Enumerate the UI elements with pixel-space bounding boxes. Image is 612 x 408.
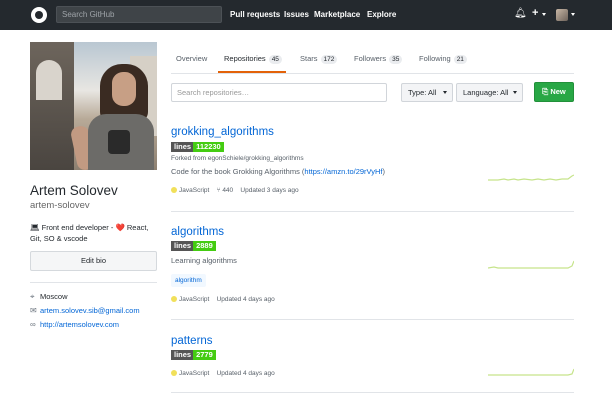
- fork-icon: ⑂: [216, 187, 221, 194]
- new-repo-button[interactable]: ⎘ New: [534, 82, 574, 102]
- tab-stars[interactable]: Stars 172: [300, 54, 338, 64]
- repo-meta: JavaScript Updated 4 days ago: [171, 296, 275, 303]
- repo-name-link[interactable]: grokking_algorithms: [171, 126, 274, 138]
- nav-pull-requests[interactable]: Pull requests: [230, 10, 280, 19]
- email-link[interactable]: artem.solovev.sib@gmail.com: [40, 306, 140, 315]
- divider: [30, 282, 157, 283]
- repo-name-link[interactable]: patterns: [171, 335, 213, 347]
- repo-meta: JavaScript Updated 4 days ago: [171, 370, 275, 377]
- nav-issues[interactable]: Issues: [284, 10, 309, 19]
- activity-sparkline: [488, 174, 574, 181]
- repo-name-link[interactable]: algorithms: [171, 226, 224, 238]
- link-icon: ∞: [30, 320, 36, 329]
- avatar[interactable]: [556, 9, 568, 21]
- repo-meta: JavaScript ⑂ 440 Updated 3 days ago: [171, 187, 299, 194]
- github-logo-icon[interactable]: [31, 7, 47, 23]
- language-color-dot: [171, 370, 177, 376]
- website-link[interactable]: http://artemsolovev.com: [40, 320, 119, 329]
- profile-email: ✉ artem.solovev.sib@gmail.com: [30, 306, 140, 315]
- tab-repositories[interactable]: Repositories 45: [224, 54, 282, 64]
- forks-count[interactable]: 440: [222, 187, 233, 194]
- profile-website: ∞ http://artemsolovev.com: [30, 320, 119, 329]
- repo-description: Learning algorithms: [171, 256, 237, 265]
- activity-sparkline: [488, 368, 574, 376]
- description-link[interactable]: https://amzn.to/29rVyHf: [304, 167, 382, 176]
- lines-badge: lines 112230: [171, 142, 224, 152]
- chevron-down-icon: [513, 91, 517, 94]
- profile-name: Artem Solovev: [30, 183, 118, 198]
- repo-description: Code for the book Grokking Algorithms (h…: [171, 167, 386, 176]
- tab-followers[interactable]: Followers 35: [354, 54, 403, 64]
- language-color-dot: [171, 187, 177, 193]
- type-filter-dropdown[interactable]: Type: All: [401, 83, 453, 102]
- lines-badge: lines 2889: [171, 241, 216, 251]
- tab-following[interactable]: Following 21: [419, 54, 467, 64]
- repo-search-input[interactable]: Search repositories…: [171, 83, 387, 102]
- lines-badge: lines 2779: [171, 350, 216, 360]
- profile-login: artem-solovev: [30, 200, 90, 211]
- laptop-icon: 💻︎: [30, 223, 40, 232]
- divider: [171, 211, 574, 212]
- chevron-down-icon[interactable]: [542, 13, 546, 16]
- profile-photo: [30, 42, 157, 170]
- language-color-dot: [171, 296, 177, 302]
- edit-bio-button[interactable]: Edit bio: [30, 251, 157, 271]
- global-search-input[interactable]: Search GitHub: [56, 6, 222, 23]
- plus-icon[interactable]: +: [532, 7, 538, 19]
- topic-tag[interactable]: algorithm: [171, 274, 206, 287]
- profile-bio: 💻︎ Front end developer - ❤️ React, Git, …: [30, 223, 149, 243]
- profile-location: ⌖ Moscow: [30, 292, 68, 301]
- bell-icon[interactable]: 🔔︎: [514, 8, 527, 19]
- divider: [171, 73, 574, 74]
- divider: [171, 392, 574, 393]
- selected-tab-indicator: [218, 71, 286, 73]
- location-icon: ⌖: [30, 292, 35, 301]
- activity-sparkline: [488, 260, 574, 269]
- nav-explore[interactable]: Explore: [367, 10, 396, 19]
- nav-marketplace[interactable]: Marketplace: [314, 10, 360, 19]
- mail-icon: ✉: [30, 306, 37, 315]
- heart-icon: ❤️: [115, 223, 125, 232]
- chevron-down-icon: [443, 91, 447, 94]
- chevron-down-icon[interactable]: [571, 13, 575, 16]
- divider: [171, 319, 574, 320]
- top-header: Search GitHub Pull requests Issues Marke…: [0, 0, 612, 30]
- forked-from-text: Forked from egonSchiele/grokking_algorit…: [171, 155, 304, 162]
- tab-overview[interactable]: Overview: [176, 54, 207, 63]
- language-filter-dropdown[interactable]: Language: All: [456, 83, 523, 102]
- repo-icon: ⎘: [542, 87, 549, 96]
